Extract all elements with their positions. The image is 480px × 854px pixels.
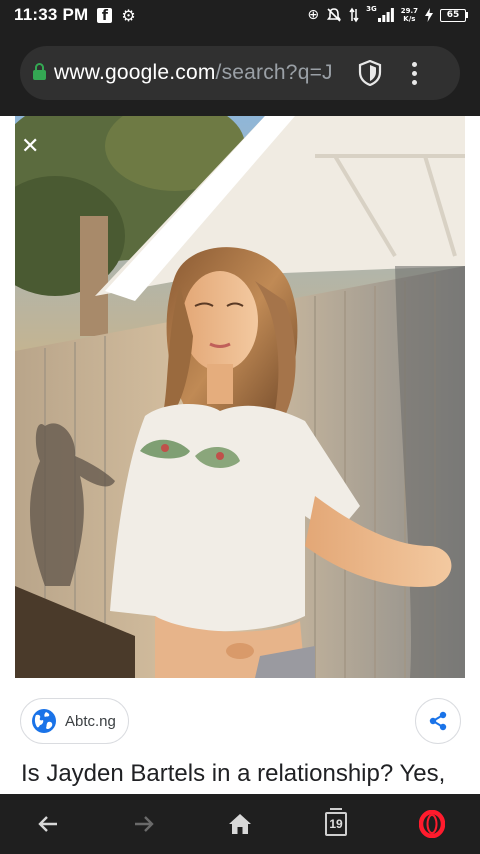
home-button[interactable]: [192, 794, 288, 854]
source-chip[interactable]: Abtc.ng: [20, 698, 129, 744]
network-type: 3G: [366, 5, 377, 13]
tabs-icon: 19: [325, 808, 347, 836]
opera-icon: [419, 810, 445, 838]
image-viewer[interactable]: ✕: [15, 116, 465, 678]
result-photo: [15, 116, 465, 678]
network-speed-unit: K/s: [403, 15, 416, 23]
signal-icon: [377, 8, 394, 22]
tabs-button[interactable]: 19: [288, 794, 384, 854]
forward-icon: [135, 816, 154, 832]
globe-icon: [32, 709, 56, 733]
battery-tip: [466, 12, 468, 18]
facebook-icon: f: [97, 7, 113, 24]
source-label: Abtc.ng: [65, 712, 116, 730]
back-button[interactable]: [0, 794, 96, 854]
navigation-bar: 19: [0, 794, 480, 854]
battery-icon: 65: [440, 8, 468, 22]
browser-toolbar: www.google.com/search?q=J: [0, 30, 480, 116]
gear-icon: ⚙: [121, 5, 136, 25]
charging-icon: [425, 8, 433, 22]
url-text[interactable]: www.google.com/search?q=J: [54, 61, 346, 85]
share-icon: [429, 711, 447, 731]
url-host: www.google.com: [54, 61, 216, 84]
source-row: Abtc.ng: [0, 698, 480, 746]
url-path: /search?q=J: [215, 61, 333, 84]
lock-icon[interactable]: [32, 63, 46, 83]
home-icon: [229, 814, 251, 834]
network-speed: 29.7 K/s: [401, 7, 418, 23]
menu-icon[interactable]: [412, 61, 417, 85]
battery-level: 65: [440, 8, 466, 22]
status-bar: 11:33 PM f ⚙ ⊕ 3G 29.7 K/s 65: [0, 0, 480, 30]
opera-menu-button[interactable]: [384, 794, 480, 854]
back-icon: [38, 816, 57, 832]
shield-icon[interactable]: [358, 60, 382, 86]
data-saver-icon: ⊕: [307, 7, 320, 23]
close-icon[interactable]: ✕: [21, 134, 39, 159]
network-speed-value: 29.7: [400, 7, 418, 15]
dnd-off-icon: [326, 8, 342, 22]
share-button[interactable]: [415, 698, 461, 744]
status-right: ⊕ 3G 29.7 K/s 65: [307, 5, 468, 23]
status-time: 11:33 PM: [14, 5, 89, 24]
result-title[interactable]: Is Jayden Bartels in a relationship? Yes…: [21, 760, 480, 788]
forward-button[interactable]: [96, 794, 192, 854]
status-left: 11:33 PM f ⚙: [14, 5, 136, 25]
data-arrows-icon: [349, 7, 359, 23]
address-bar[interactable]: www.google.com/search?q=J: [20, 46, 460, 100]
